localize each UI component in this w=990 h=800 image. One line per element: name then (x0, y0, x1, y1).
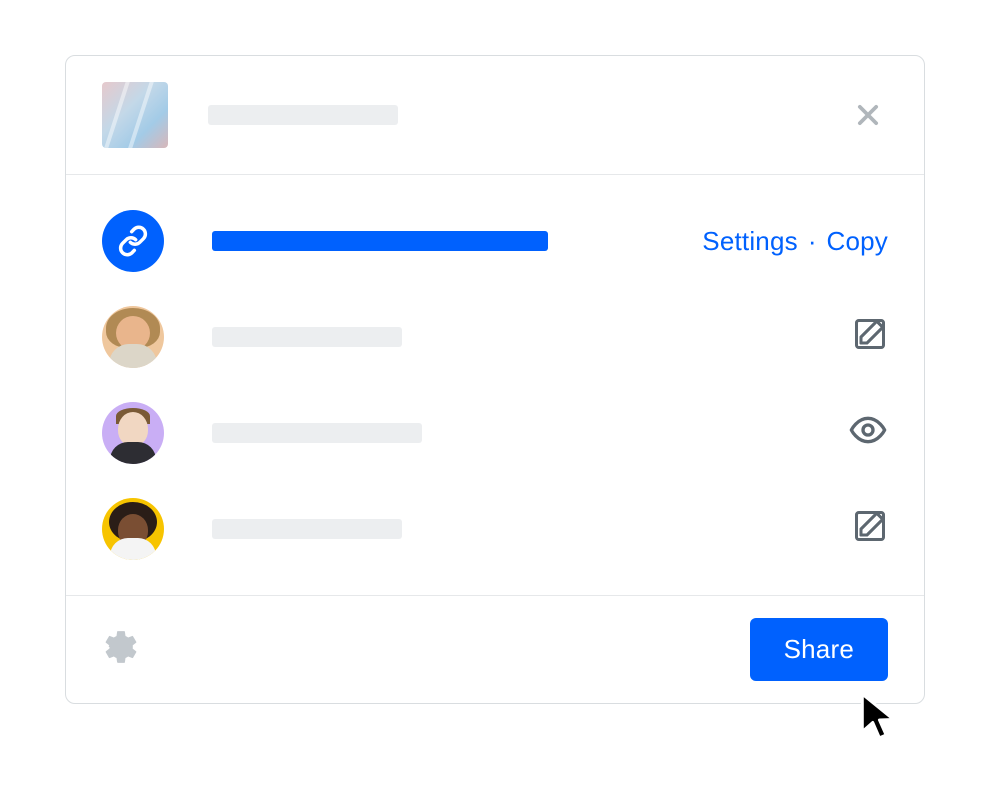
avatar (102, 498, 164, 560)
copy-link[interactable]: Copy (827, 226, 889, 257)
share-link-row: Settings · Copy (102, 193, 888, 289)
link-settings-link[interactable]: Settings (702, 226, 798, 257)
modal-header (66, 56, 924, 175)
avatar (102, 402, 164, 464)
separator-dot: · (808, 226, 817, 257)
edit-permission-button[interactable] (852, 508, 888, 551)
edit-icon (852, 508, 888, 544)
share-link-placeholder (212, 231, 548, 251)
close-button[interactable] (848, 95, 888, 135)
person-name-placeholder (212, 519, 402, 539)
eye-icon (848, 410, 888, 450)
person-name-placeholder (212, 327, 402, 347)
link-icon-circle (102, 210, 164, 272)
file-title-placeholder (208, 105, 398, 125)
file-thumbnail (102, 82, 168, 148)
link-icon (117, 225, 149, 257)
settings-gear-button[interactable] (102, 628, 140, 671)
person-row (102, 289, 888, 385)
share-modal: Settings · Copy (65, 55, 925, 704)
avatar (102, 306, 164, 368)
person-row (102, 385, 888, 481)
gear-icon (102, 628, 140, 666)
modal-body: Settings · Copy (66, 175, 924, 595)
edit-icon (852, 316, 888, 352)
modal-footer: Share (66, 595, 924, 703)
share-button[interactable]: Share (750, 618, 888, 681)
person-row (102, 481, 888, 577)
person-name-placeholder (212, 423, 422, 443)
close-icon (854, 101, 882, 129)
view-permission-button[interactable] (848, 410, 888, 457)
edit-permission-button[interactable] (852, 316, 888, 359)
